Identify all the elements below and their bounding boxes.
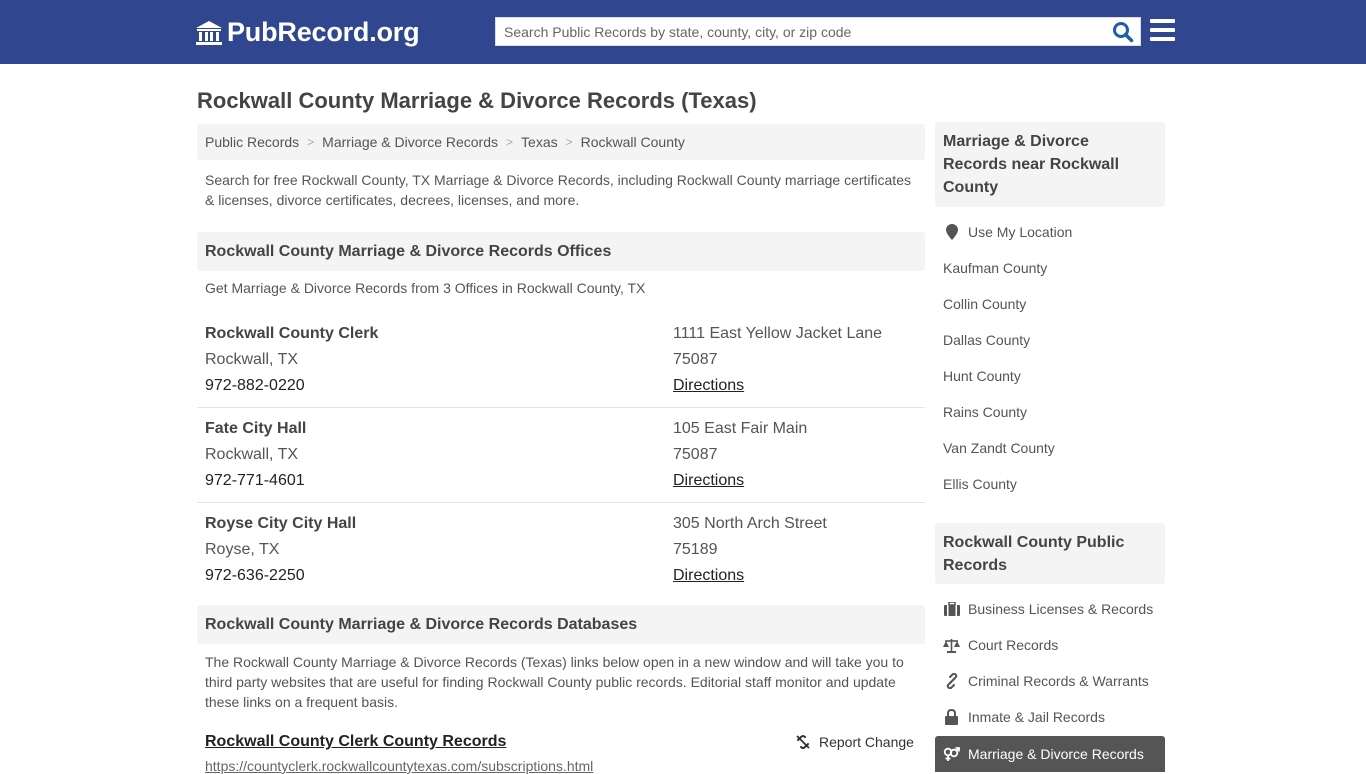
office-item: Royse City City Hall Royse, TX 972-636-2… <box>197 503 925 598</box>
map-marker-icon <box>945 224 958 240</box>
breadcrumb-separator: > <box>307 135 315 149</box>
office-zip: 75087 <box>673 351 718 368</box>
briefcase-icon <box>943 602 960 616</box>
use-my-location-label: Use My Location <box>968 224 1073 240</box>
office-name: Rockwall County Clerk <box>205 325 379 342</box>
office-zip: 75087 <box>673 446 718 463</box>
report-change-label: Report Change <box>819 734 914 750</box>
breadcrumb-separator: > <box>565 135 573 149</box>
directions-link[interactable]: Directions <box>673 472 744 489</box>
site-logo[interactable]: PubRecord.org <box>195 17 420 48</box>
nearby-county-link[interactable]: Rains County <box>943 404 1027 420</box>
offices-section-heading: Rockwall County Marriage & Divorce Recor… <box>197 232 925 271</box>
office-address: 1111 East Yellow Jacket Lane <box>673 325 883 342</box>
office-zip: 75189 <box>673 541 718 558</box>
nearby-county-link[interactable]: Dallas County <box>943 332 1030 348</box>
office-name: Fate City Hall <box>205 420 307 437</box>
nearby-county-link[interactable]: Collin County <box>943 296 1026 312</box>
office-phone[interactable]: 972-771-4601 <box>205 468 306 494</box>
sidebar-item-court-records[interactable]: Court Records <box>943 637 1058 653</box>
office-item: Rockwall County Clerk Rockwall, TX 972-8… <box>197 313 925 408</box>
nearby-county-link[interactable]: Hunt County <box>943 368 1021 384</box>
databases-description: The Rockwall County Marriage & Divorce R… <box>205 654 904 710</box>
offices-subtitle: Get Marriage & Divorce Records from 3 Of… <box>205 280 646 296</box>
sidebar-item-criminal-records[interactable]: Criminal Records & Warrants <box>943 673 1149 689</box>
sidebar-item-marriage-divorce-active[interactable]: Marriage & Divorce Records <box>935 736 1165 772</box>
sidebar-item-label: Criminal Records & Warrants <box>968 673 1149 689</box>
database-link-url[interactable]: https://countyclerk.rockwallcountytexas.… <box>205 758 593 774</box>
use-my-location-link[interactable]: Use My Location <box>943 224 1072 240</box>
intro-text: Search for free Rockwall County, TX Marr… <box>205 172 911 208</box>
sidebar-nearby-heading: Marriage & Divorce Records near Rockwall… <box>935 122 1165 207</box>
link-icon <box>946 673 957 689</box>
sidebar-item-business-licenses[interactable]: Business Licenses & Records <box>943 601 1153 617</box>
breadcrumb-separator: > <box>506 135 514 149</box>
sidebar-item-label: Marriage & Divorce Records <box>968 746 1144 762</box>
top-navigation-bar: PubRecord.org <box>0 0 1366 64</box>
office-phone[interactable]: 972-882-0220 <box>205 373 378 399</box>
office-name: Royse City City Hall <box>205 515 357 532</box>
office-city: Rockwall, TX <box>205 446 299 463</box>
nearby-county-link[interactable]: Ellis County <box>943 476 1017 492</box>
broken-link-icon <box>796 735 810 749</box>
scales-icon <box>943 638 960 653</box>
office-city: Royse, TX <box>205 541 280 558</box>
breadcrumb-marriage-divorce[interactable]: Marriage & Divorce Records <box>322 134 498 150</box>
sidebar-item-inmate-jail[interactable]: Inmate & Jail Records <box>943 709 1105 725</box>
sidebar-item-label: Inmate & Jail Records <box>968 709 1105 725</box>
hamburger-menu-icon[interactable] <box>1150 19 1175 41</box>
venus-mars-icon <box>943 747 960 761</box>
office-address: 305 North Arch Street <box>673 515 827 532</box>
office-city: Rockwall, TX <box>205 351 299 368</box>
nearby-county-link[interactable]: Kaufman County <box>943 260 1047 276</box>
nearby-county-link[interactable]: Van Zandt County <box>943 440 1055 456</box>
search-icon[interactable] <box>1112 21 1134 43</box>
page-title: Rockwall County Marriage & Divorce Recor… <box>197 88 757 113</box>
databases-section-heading: Rockwall County Marriage & Divorce Recor… <box>197 605 925 644</box>
breadcrumb-public-records[interactable]: Public Records <box>205 134 299 150</box>
search-box <box>495 17 1141 46</box>
office-phone[interactable]: 972-636-2250 <box>205 563 356 589</box>
office-address: 105 East Fair Main <box>673 420 808 437</box>
lock-icon <box>945 709 958 725</box>
breadcrumb-rockwall-county[interactable]: Rockwall County <box>581 134 685 150</box>
directions-link[interactable]: Directions <box>673 377 744 394</box>
search-input[interactable] <box>496 18 1106 45</box>
breadcrumb: Public Records > Marriage & Divorce Reco… <box>197 124 925 160</box>
database-link-title[interactable]: Rockwall County Clerk County Records <box>205 733 506 751</box>
breadcrumb-texas[interactable]: Texas <box>521 134 558 150</box>
sidebar-public-records-heading: Rockwall County Public Records <box>935 523 1165 584</box>
site-logo-text: PubRecord.org <box>227 17 420 47</box>
office-item: Fate City Hall Rockwall, TX 972-771-4601… <box>197 408 925 503</box>
sidebar-item-label: Business Licenses & Records <box>968 601 1154 617</box>
directions-link[interactable]: Directions <box>673 567 744 584</box>
report-change-button[interactable]: Report Change <box>795 734 914 750</box>
courthouse-icon <box>196 20 222 45</box>
sidebar-item-label: Court Records <box>968 637 1059 653</box>
